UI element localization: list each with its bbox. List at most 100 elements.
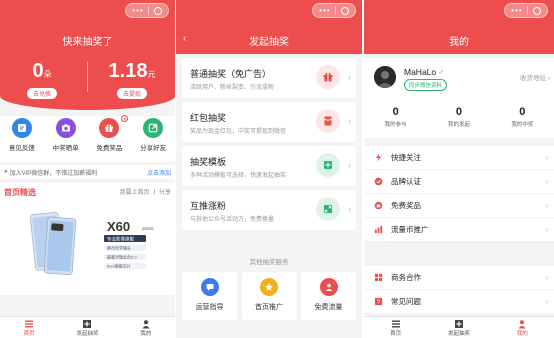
add-group-link[interactable]: 点击添加 — [147, 168, 171, 177]
more-icon[interactable]: ••• — [132, 6, 143, 15]
card-title: 普通抽奖（免广告） — [190, 69, 272, 79]
close-icon[interactable] — [153, 6, 162, 15]
redeem-button[interactable]: 去兑换 — [26, 88, 57, 99]
chevron-right-icon: › — [348, 204, 351, 214]
service-free-traffic[interactable]: 免费流量 — [301, 272, 356, 320]
other-services-row: 运营指导 首页推广 免费流量 — [182, 272, 356, 320]
other-services-title: 其他抽奖服务 — [249, 259, 289, 266]
chevron-right-icon: › — [348, 116, 351, 126]
home-screen: ••• 快来抽奖了 0朵 去兑换 1.18元 去提现 意见反馈 中奖晒单 ● 免… — [0, 0, 175, 338]
tab-label: 发起抽奖 — [76, 331, 99, 337]
tab-home[interactable]: 首页 — [0, 317, 58, 338]
tab-mine[interactable]: 我的 — [491, 317, 554, 338]
menu-business[interactable]: 商务合作 › — [364, 266, 554, 290]
promo-line-1: 蔡司光学镜头 — [107, 245, 131, 251]
shortcut-label: 中奖晒单 — [52, 145, 79, 152]
stats-row: 0 我的参与 0 我的发起 0 我的中奖 — [364, 106, 554, 128]
card-title: 互推涨粉 — [190, 201, 227, 211]
question-icon: ? — [374, 297, 383, 306]
featured-links[interactable]: 我要上首页 丨 分享 — [120, 187, 171, 198]
menu-icon — [25, 320, 34, 328]
profile-screen: ••• 我的 MaHaLo ♂ 同步微信资料 收货地址 › 0 我的参与 0 我的发起… — [364, 0, 554, 338]
avatar[interactable] — [374, 66, 396, 88]
menu-brand-verify[interactable]: 品牌认证 › — [364, 170, 554, 194]
gift-icon — [374, 201, 383, 210]
chevron-right-icon: › — [545, 297, 548, 306]
gift-unit: 朵 — [43, 70, 52, 79]
create-header: ••• ‹ 发起抽奖 — [176, 0, 362, 54]
svg-text:?: ? — [377, 299, 381, 306]
stat-won[interactable]: 0 我的中奖 — [491, 106, 554, 128]
tab-mine[interactable]: 我的 — [117, 317, 175, 338]
swap-icon — [316, 197, 340, 221]
service-homepage-promo[interactable]: 首页推广 — [241, 272, 297, 320]
featured-section: 首页精选 我要上首页 丨 分享 X60 ZEISS 专业影像旗舰 蔡司光学镜头 … — [0, 183, 175, 295]
miniprogram-capsule[interactable]: ••• — [312, 3, 356, 18]
profile-card: MaHaLo ♂ 同步微信资料 收货地址 › 0 我的参与 0 我的发起 0 我的中奖 — [364, 58, 554, 138]
more-icon[interactable]: ••• — [319, 6, 330, 15]
tab-create[interactable]: 发起抽奖 — [58, 317, 116, 338]
shortcut-label: 分享好友 — [140, 145, 167, 152]
camera-icon — [55, 118, 76, 138]
card-template[interactable]: 抽奖模板 多种活动模板可选择，快速发起抽奖 › — [182, 146, 356, 186]
tab-bar: 首页 发起抽奖 我的 — [364, 316, 554, 338]
shipping-address-link[interactable]: 收货地址 › — [520, 72, 550, 82]
menu-group-a: 快捷关注 › 品牌认证 › 免费奖品 › 流量币推广 › — [364, 146, 554, 242]
close-icon[interactable] — [532, 6, 541, 15]
more-icon[interactable]: ••• — [511, 6, 522, 15]
miniprogram-capsule[interactable]: ••• — [125, 3, 169, 18]
notice-text: 加入VIP微信群，不错过加薪福利 — [9, 170, 98, 177]
hot-badge: ● — [121, 115, 129, 122]
create-lottery-screen: ••• ‹ 发起抽奖 普通抽奖（免广告） 活跃用户、粉丝裂变、引流涨粉 › 红包… — [176, 0, 362, 338]
page-title: 我的 — [449, 37, 469, 48]
phone-promo-banner[interactable]: X60 ZEISS 专业影像旗舰 蔡司光学镜头 超感光微云台2.0 5nm旗舰芯… — [0, 203, 175, 293]
service-label: 运营指导 — [195, 304, 224, 311]
page-title: 快来抽奖了 — [62, 37, 113, 48]
tab-label: 发起抽奖 — [447, 331, 470, 337]
menu-free-prize[interactable]: 免费奖品 › — [364, 194, 554, 218]
plus-box-icon — [454, 320, 463, 328]
service-label: 首页推广 — [255, 304, 283, 311]
chevron-right-icon: › — [545, 177, 548, 186]
shortcut-share[interactable]: 分享好友 — [133, 116, 173, 162]
shield-icon — [374, 177, 383, 186]
vip-notice[interactable]: ● 加入VIP微信群，不错过加薪福利 点击添加 — [0, 165, 175, 179]
withdraw-button[interactable]: 去提现 — [116, 88, 147, 99]
tab-home[interactable]: 首页 — [364, 317, 427, 338]
card-mutual-promotion[interactable]: 互推涨粉 与其他公众号活动方，免费换量 › — [182, 190, 356, 230]
stat-initiated[interactable]: 0 我的发起 — [427, 106, 490, 128]
tab-create[interactable]: 发起抽奖 — [427, 317, 490, 338]
miniprogram-capsule[interactable]: ••• — [504, 3, 548, 18]
chat-icon — [200, 278, 219, 296]
shortcut-label: 意见反馈 — [8, 145, 35, 152]
plus-box-icon — [83, 320, 92, 328]
menu-faq[interactable]: ? 常见问题 › — [364, 290, 554, 314]
menu-group-b: 商务合作 › ? 常见问题 › — [364, 266, 554, 314]
home-header: ••• 快来抽奖了 0朵 去兑换 1.18元 去提现 — [0, 0, 175, 110]
shortcut-feedback[interactable]: 意见反馈 — [2, 116, 42, 162]
chevron-right-icon: › — [348, 160, 351, 170]
shortcut-winners[interactable]: 中奖晒单 — [46, 116, 86, 162]
promo-line-0: 专业影像旗舰 — [107, 236, 134, 243]
shortcut-free-prize[interactable]: ● 免费奖品 — [89, 115, 129, 162]
star-icon — [260, 278, 278, 296]
wechat-icon: ● — [4, 169, 8, 175]
stat-divider — [87, 62, 88, 92]
sync-wechat-profile-button[interactable]: 同步微信资料 — [404, 79, 448, 91]
gift-value: 0 — [32, 60, 44, 82]
user-icon — [142, 320, 150, 329]
card-red-envelope[interactable]: 红包抽奖 奖品为现金红包，中奖可提现到微信 › — [182, 102, 356, 142]
promo-line-3: 5nm旗舰芯片 — [107, 263, 131, 269]
shortcut-label: 免费奖品 — [96, 145, 123, 152]
chevron-right-icon: › — [545, 273, 548, 282]
menu-icon — [391, 320, 400, 328]
service-operation-guide[interactable]: 运营指导 — [182, 272, 237, 320]
close-icon[interactable] — [340, 6, 349, 15]
card-subtitle: 与其他公众号活动方，免费换量 — [190, 217, 275, 223]
card-subtitle: 奖品为现金红包，中奖可提现到微信 — [190, 129, 287, 135]
stat-participated[interactable]: 0 我的参与 — [364, 106, 427, 128]
menu-quick-follow[interactable]: 快捷关注 › — [364, 146, 554, 170]
menu-traffic-coin[interactable]: 流量币推广 › — [364, 218, 554, 242]
card-normal-lottery[interactable]: 普通抽奖（免广告） 活跃用户、粉丝裂变、引流涨粉 › — [182, 58, 356, 98]
person-icon — [319, 278, 338, 296]
